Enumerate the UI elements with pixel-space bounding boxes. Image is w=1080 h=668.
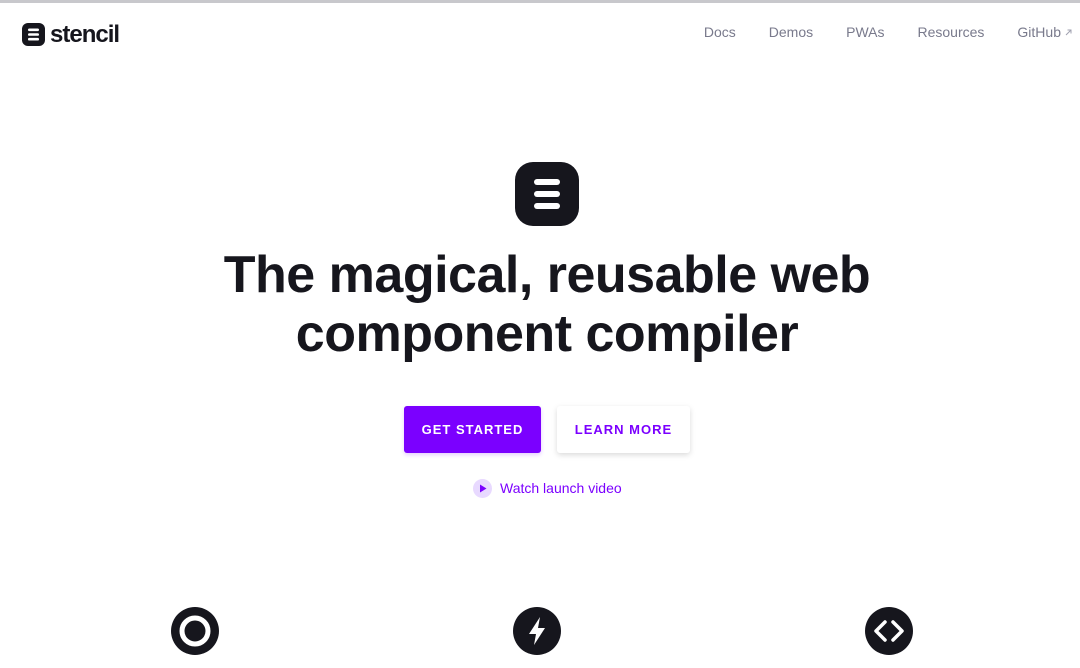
hero-title: The magical, reusable web component comp…	[223, 246, 871, 363]
logo-wordmark: stencil	[50, 21, 120, 48]
learn-more-button[interactable]: LEARN MORE	[557, 406, 690, 453]
play-icon	[473, 479, 492, 498]
ring-icon	[171, 607, 219, 655]
nav-item-github[interactable]: GitHub	[1017, 23, 1073, 41]
nav-item-pwas[interactable]: PWAs	[846, 23, 884, 41]
lightning-icon	[513, 607, 561, 655]
stencil-logo-link[interactable]: stencil	[22, 21, 120, 48]
get-started-button[interactable]: GET STARTED	[404, 406, 541, 453]
stencil-hero-logo-icon	[515, 162, 579, 226]
watch-launch-video-link[interactable]: Watch launch video	[473, 479, 622, 498]
nav-item-docs[interactable]: Docs	[704, 23, 736, 41]
main-nav: Docs Demos PWAs Resources GitHub	[671, 23, 1073, 41]
stencil-logo-icon	[22, 23, 45, 46]
external-link-icon	[1064, 23, 1073, 41]
site-header: stencil Docs Demos PWAs Resources GitHub	[0, 3, 1080, 65]
code-brackets-icon	[865, 607, 913, 655]
nav-item-demos[interactable]: Demos	[769, 23, 813, 41]
watch-launch-video-label: Watch launch video	[500, 480, 622, 496]
nav-item-resources[interactable]: Resources	[918, 23, 985, 41]
nav-item-github-label: GitHub	[1017, 24, 1061, 40]
